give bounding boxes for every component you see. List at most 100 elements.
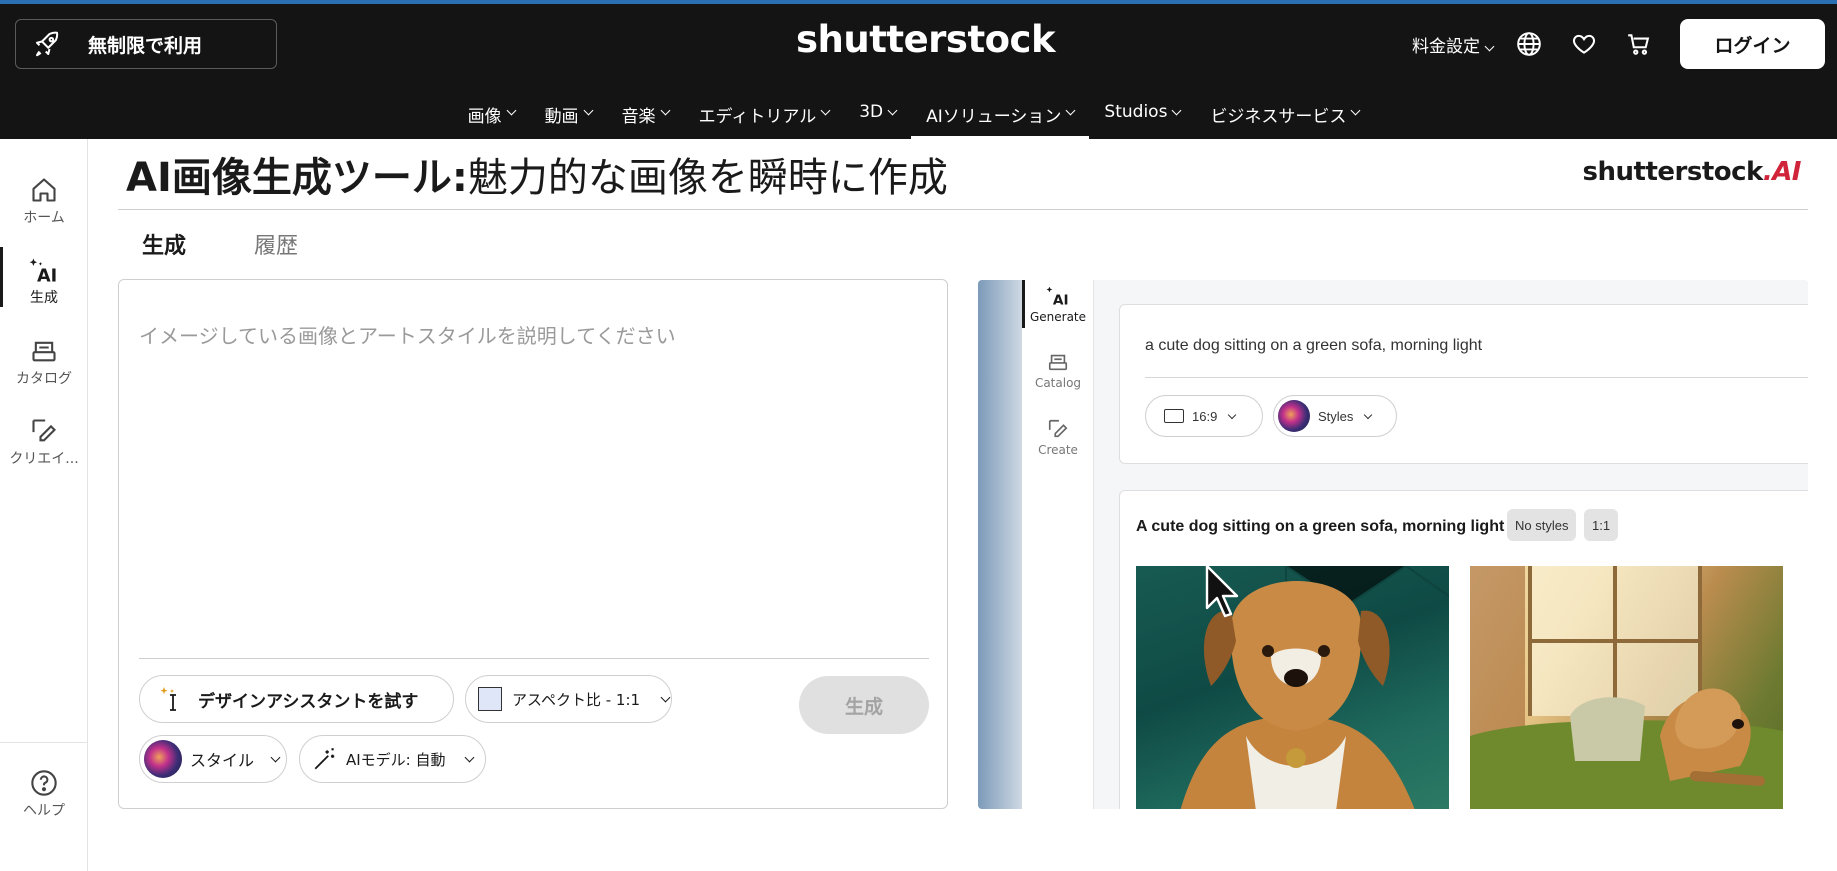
- nav-label: ビジネスサービス: [1210, 107, 1347, 127]
- chevron-down-icon: [1484, 41, 1495, 52]
- style-thumbnail: [1278, 400, 1310, 432]
- chevron-down-icon: [506, 105, 517, 116]
- sidebar-divider: [0, 742, 88, 743]
- top-header: 無制限で利用 shutterstock 料金設定 ログイン 画像 動画 音楽 エ…: [0, 0, 1837, 139]
- aspect-ratio-dropdown[interactable]: アスペクト比 - 1:1: [465, 675, 672, 723]
- nav-label: 画像: [467, 107, 502, 127]
- prompt-divider: [139, 658, 929, 659]
- sidebar-item-label: クリエイ...: [9, 451, 79, 467]
- page-title-bold: AI画像生成ツール:: [126, 155, 468, 201]
- login-button[interactable]: ログイン: [1680, 19, 1825, 69]
- help-icon: [29, 768, 59, 798]
- nav-item-editorial[interactable]: エディトリアル: [684, 96, 845, 139]
- magic-wand-icon: [314, 748, 335, 770]
- preview-sidebar-label: Generate: [1029, 310, 1087, 324]
- chevron-down-icon: [660, 692, 671, 702]
- aspect-rect-icon: [1164, 409, 1184, 423]
- pricing-dropdown[interactable]: 料金設定: [1412, 32, 1495, 57]
- nav-item-studios[interactable]: Studios: [1089, 96, 1195, 139]
- rocket-icon: [36, 31, 59, 57]
- ai-logo-suffix: .AI: [1762, 157, 1802, 187]
- chevron-down-icon: [820, 105, 831, 116]
- sidebar-item-catalog[interactable]: カタログ: [0, 336, 88, 388]
- style-label: スタイル: [190, 751, 255, 770]
- preview-styles-label: Styles: [1318, 408, 1354, 424]
- sidebar-item-home[interactable]: ホーム: [0, 175, 88, 227]
- prompt-input[interactable]: [139, 316, 929, 356]
- nav-item-business-services[interactable]: ビジネスサービス: [1195, 96, 1374, 139]
- nav-label: 3D: [859, 102, 884, 122]
- heart-icon[interactable]: [1570, 30, 1598, 58]
- demo-preview: AI Generate Catalog Create a cute dog si…: [978, 280, 1808, 809]
- aspect-ratio-label: アスペクト比 - 1:1: [512, 690, 641, 709]
- chevron-down-icon: [887, 105, 898, 116]
- ai-sparkle-icon: AI: [1046, 284, 1070, 308]
- preview-result-card: A cute dog sitting on a green sofa, morn…: [1119, 490, 1808, 809]
- preview-tag-ratio: 1:1: [1584, 509, 1619, 541]
- design-assistant-button[interactable]: デザインアシスタントを試す: [139, 675, 454, 723]
- home-icon: [29, 175, 59, 205]
- chevron-down-icon: [1065, 105, 1076, 116]
- sidebar-item-help[interactable]: ヘルプ: [0, 768, 88, 820]
- nav-label: 音楽: [621, 107, 656, 127]
- preview-sidebar-generate: AI Generate: [1022, 280, 1094, 328]
- unlimited-use-button[interactable]: 無制限で利用: [15, 19, 277, 69]
- sidebar-item-label: カタログ: [16, 371, 72, 387]
- nav-label: エディトリアル: [698, 107, 817, 127]
- preview-main: a cute dog sitting on a green sofa, morn…: [1094, 280, 1808, 809]
- sidebar-item-label: 生成: [30, 290, 58, 306]
- globe-icon[interactable]: [1515, 30, 1543, 58]
- generate-button[interactable]: 生成: [799, 676, 929, 734]
- pricing-label: 料金設定: [1412, 36, 1480, 57]
- sidebar-item-create[interactable]: クリエイ...: [0, 416, 88, 468]
- nav-label: Studios: [1104, 102, 1168, 122]
- edit-icon: [29, 416, 59, 446]
- mouse-cursor-icon: [1205, 564, 1239, 618]
- shutterstock-ai-logo: shutterstock.AI: [1582, 157, 1802, 187]
- nav-item-music[interactable]: 音楽: [607, 96, 684, 139]
- sidebar-item-label: ホーム: [23, 210, 65, 226]
- preview-prompt-text: a cute dog sitting on a green sofa, morn…: [1145, 337, 1483, 354]
- preview-styles-pill: Styles: [1273, 395, 1397, 437]
- preview-sidebar: AI Generate Catalog Create: [1022, 280, 1094, 809]
- ai-model-dropdown[interactable]: AIモデル: 自動: [299, 735, 486, 783]
- svg-text:AI: AI: [1053, 293, 1069, 308]
- unlimited-use-label: 無制限で利用: [88, 34, 203, 57]
- sidebar-item-generate[interactable]: AI 生成: [0, 247, 88, 307]
- tab-history[interactable]: 履歴: [254, 228, 298, 260]
- nav-item-ai-solutions[interactable]: AIソリューション: [911, 96, 1090, 139]
- preview-backdrop: [978, 280, 1022, 809]
- nav-item-images[interactable]: 画像: [453, 96, 530, 139]
- style-dropdown[interactable]: スタイル: [139, 735, 287, 783]
- preview-result-title: A cute dog sitting on a green sofa, morn…: [1136, 518, 1505, 535]
- header-actions: 料金設定 ログイン: [1412, 19, 1825, 69]
- preview-ratio-label: 16:9: [1192, 408, 1218, 424]
- chevron-down-icon: [1228, 410, 1237, 419]
- catalog-icon: [29, 336, 59, 366]
- nav-label: 動画: [544, 107, 579, 127]
- cart-icon[interactable]: [1625, 30, 1653, 58]
- nav-item-video[interactable]: 動画: [530, 96, 607, 139]
- main-navigation: 画像 動画 音楽 エディトリアル 3D AIソリューション Studios ビジ…: [0, 96, 1837, 139]
- title-divider: [118, 209, 1808, 210]
- tab-generate[interactable]: 生成: [142, 228, 186, 260]
- chevron-down-icon: [1364, 410, 1373, 419]
- preview-sidebar-catalog: Catalog: [1022, 350, 1094, 390]
- page-title: AI画像生成ツール:魅力的な画像を瞬時に作成: [126, 145, 948, 203]
- preview-ratio-pill: 16:9: [1145, 395, 1263, 437]
- page-title-rest: 魅力的な画像を瞬時に作成: [467, 155, 948, 201]
- chevron-down-icon: [270, 752, 281, 762]
- chevron-down-icon: [583, 105, 594, 116]
- design-assistant-label: デザインアシスタントを試す: [198, 691, 419, 712]
- nav-label: AIソリューション: [926, 107, 1062, 127]
- nav-item-3d[interactable]: 3D: [844, 96, 911, 139]
- generated-image-dog-1: [1136, 566, 1449, 809]
- edit-icon: [1046, 417, 1070, 441]
- shutterstock-logo[interactable]: shutterstock: [796, 18, 1056, 64]
- ai-logo-text: shutterstock: [1582, 157, 1764, 187]
- generated-image-dog-2: [1470, 566, 1783, 809]
- prompt-panel: デザインアシスタントを試す アスペクト比 - 1:1 スタイル AIモデル: 自…: [118, 279, 948, 809]
- preview-sidebar-create: Create: [1022, 417, 1094, 457]
- sparkle-cursor-icon: [160, 687, 176, 711]
- chevron-down-icon: [1171, 105, 1182, 116]
